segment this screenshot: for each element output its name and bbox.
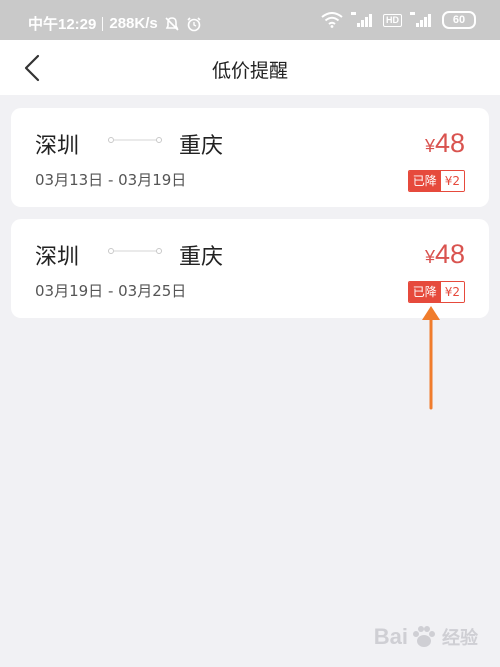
wifi-icon: [321, 12, 343, 28]
status-time: 中午12:29: [28, 16, 97, 33]
status-network-speed: 288K/s: [109, 15, 158, 32]
watermark: Bai 经验: [374, 623, 478, 651]
route-connector-icon: [108, 248, 162, 254]
bell-muted-icon: [165, 16, 179, 31]
status-right: HD 60: [321, 11, 476, 29]
status-divider: [102, 16, 104, 31]
battery-indicator: 60: [442, 11, 476, 29]
status-left: 中午12:29 288K/s: [28, 13, 202, 34]
price-drop-label: 已降: [408, 282, 441, 302]
route-connector-icon: [108, 137, 162, 143]
watermark-brand-right: 经验: [442, 628, 478, 648]
price: ¥48: [425, 239, 465, 270]
date-range: 03月13日 - 03月19日: [35, 171, 187, 189]
nav-bar: 低价提醒: [0, 40, 500, 95]
date-range: 03月19日 - 03月25日: [35, 282, 187, 300]
signal-4g-icon-2: [410, 12, 431, 27]
price-value: 48: [434, 239, 465, 269]
status-bar: 中午12:29 288K/s HD 60: [0, 0, 500, 40]
watermark-brand-left: Bai: [373, 624, 408, 649]
destination-city: 重庆: [179, 245, 224, 270]
price-alert-card[interactable]: 深圳 重庆 03月13日 - 03月19日 ¥48 已降 ¥2: [11, 108, 489, 207]
price-value: 48: [434, 128, 465, 158]
destination-city: 重庆: [179, 134, 224, 159]
price-drop-label: 已降: [408, 171, 441, 191]
price-drop-amount: ¥2: [440, 282, 464, 302]
origin-city: 深圳: [35, 245, 80, 270]
price-drop-badge: 已降 ¥2: [407, 170, 465, 192]
currency-symbol: ¥: [424, 247, 435, 267]
currency-symbol: ¥: [424, 136, 435, 156]
paw-logo-icon: [413, 626, 435, 647]
page-title: 低价提醒: [211, 60, 288, 82]
price-drop-badge: 已降 ¥2: [407, 281, 465, 303]
hd-badge: HD: [383, 13, 402, 27]
origin-city: 深圳: [35, 134, 80, 159]
signal-4g-icon: [351, 12, 372, 27]
annotation-arrow-icon: [422, 306, 440, 410]
price-drop-amount: ¥2: [440, 171, 464, 191]
alarm-clock-icon: [187, 16, 201, 31]
price-alert-card[interactable]: 深圳 重庆 03月19日 - 03月25日 ¥48 已降 ¥2: [11, 219, 489, 318]
price: ¥48: [425, 128, 465, 159]
